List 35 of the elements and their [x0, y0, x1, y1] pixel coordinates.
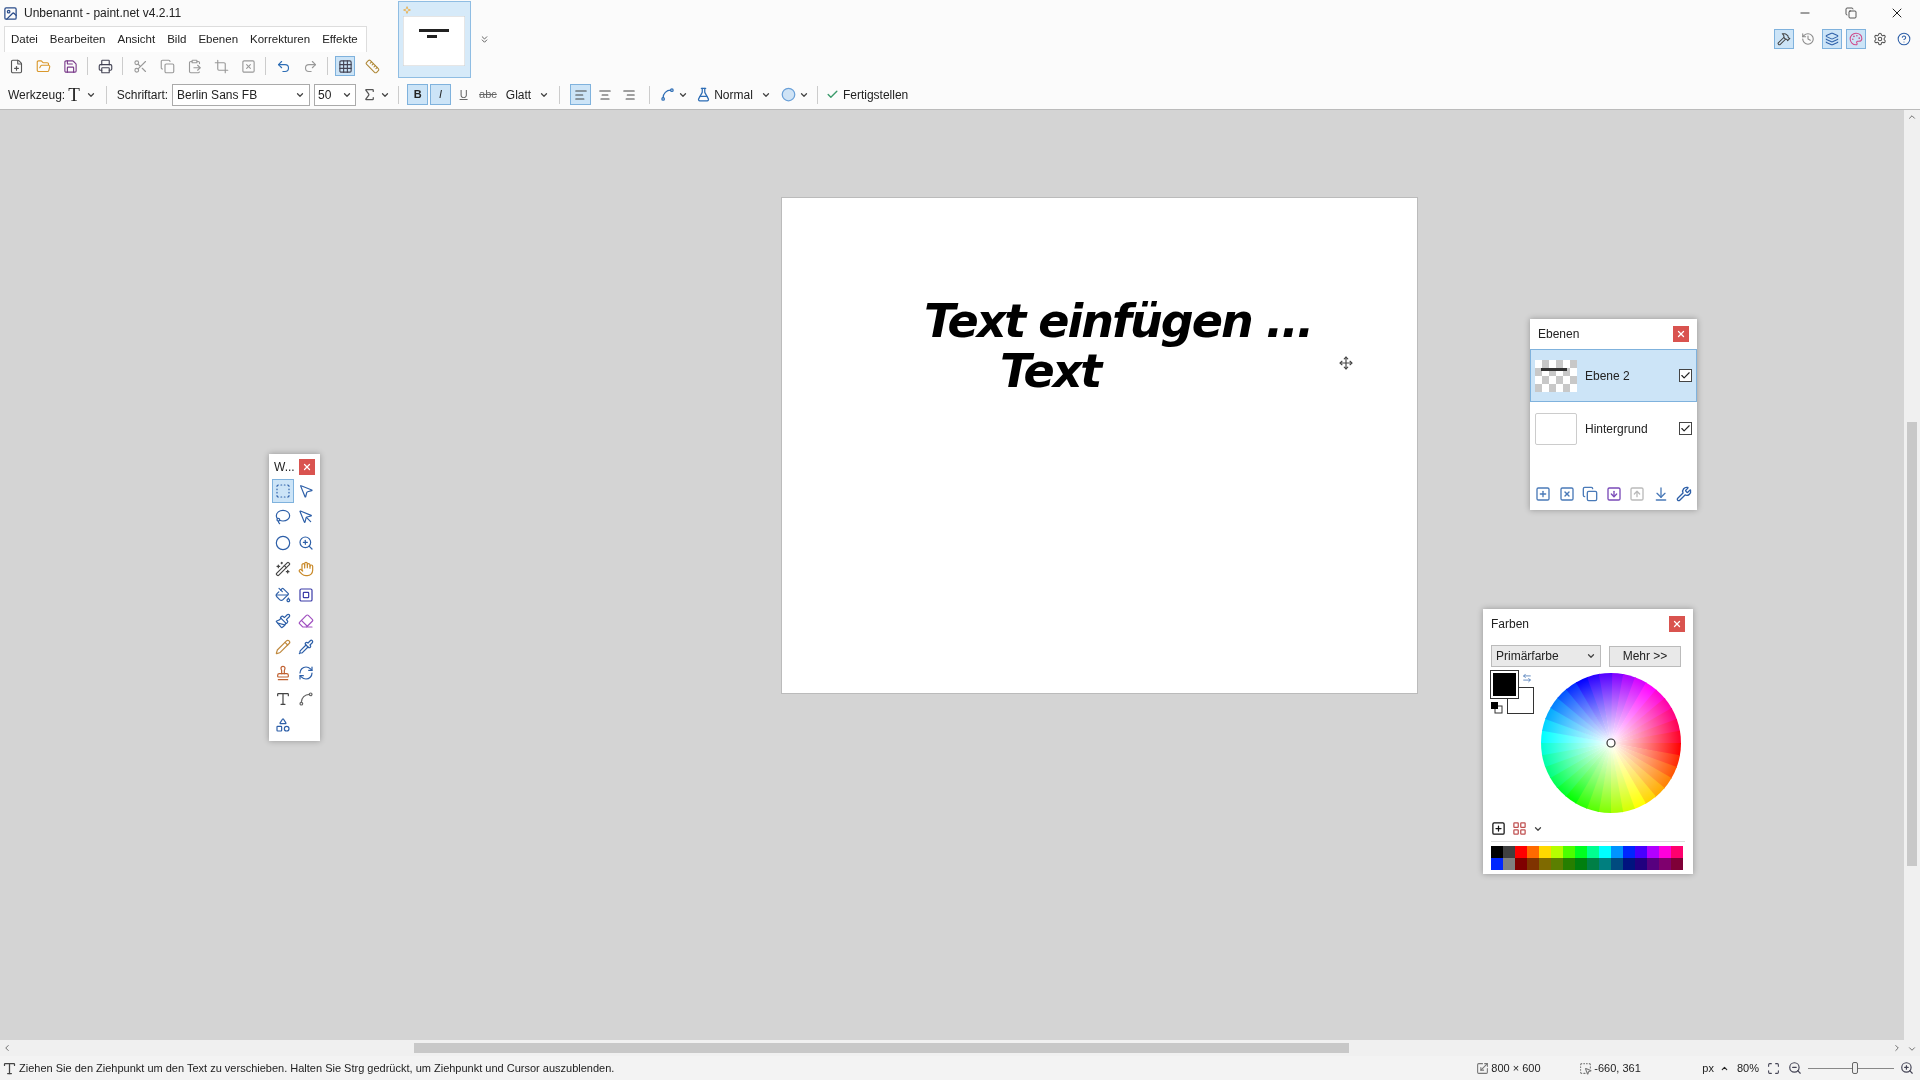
- menu-item[interactable]: Ebenen: [192, 30, 245, 49]
- layer-name: Ebene 2: [1585, 367, 1631, 385]
- window-title: W...: [274, 458, 295, 476]
- layer-row[interactable]: Hintergrund: [1530, 402, 1697, 455]
- window-title: Ebenen: [1538, 326, 1580, 343]
- style-toggle[interactable]: B: [407, 84, 429, 105]
- menu-item[interactable]: Ansicht: [111, 30, 162, 49]
- finish-button[interactable]: Fertigstellen: [825, 85, 909, 104]
- blend-mode-dropdown[interactable]: Normal: [714, 85, 771, 104]
- font-dropdown[interactable]: Berlin Sans FB: [172, 83, 311, 106]
- size-dropdown[interactable]: 50: [314, 83, 357, 106]
- menu-item[interactable]: Effekte: [316, 30, 364, 49]
- style-toggle[interactable]: I: [430, 84, 452, 105]
- layer-row[interactable]: Ebene 2: [1530, 349, 1697, 402]
- antialias-dropdown[interactable]: Glatt: [505, 85, 550, 104]
- style-toggle[interactable]: abc: [476, 84, 500, 105]
- window-title: Unbenannt - paint.net v4.2.11: [24, 5, 182, 22]
- style-toggle[interactable]: U: [453, 84, 475, 105]
- menu-item[interactable]: Korrekturen: [244, 30, 317, 49]
- menu-item[interactable]: Bild: [161, 30, 193, 49]
- window-title: Farben: [1491, 616, 1530, 633]
- canvas-text: Text: [1000, 348, 1101, 394]
- status-hint: Ziehen Sie den Ziehpunkt um den Text zu verschieben. Halten Sie Strg gedrückt, um Ziehpunkt und Cursor auszublenden.: [19, 1060, 615, 1076]
- image-size: 800 × 600: [1491, 1060, 1542, 1076]
- more-button[interactable]: Mehr >>: [1609, 645, 1681, 667]
- unit-dropdown[interactable]: px: [1702, 1059, 1729, 1077]
- menu-item[interactable]: Datei: [5, 30, 44, 49]
- menu-item[interactable]: Bearbeiten: [43, 30, 112, 49]
- tool-label: Werkzeug:: [8, 86, 66, 104]
- cursor-position: -660, 361: [1594, 1060, 1642, 1076]
- zoom-value: 80%: [1736, 1060, 1759, 1076]
- color-mode-dropdown[interactable]: Primärfarbe: [1491, 645, 1601, 667]
- tool-glyph[interactable]: T: [68, 85, 80, 104]
- font-label: Schriftart:: [116, 86, 169, 104]
- layer-name: Hintergrund: [1585, 420, 1649, 438]
